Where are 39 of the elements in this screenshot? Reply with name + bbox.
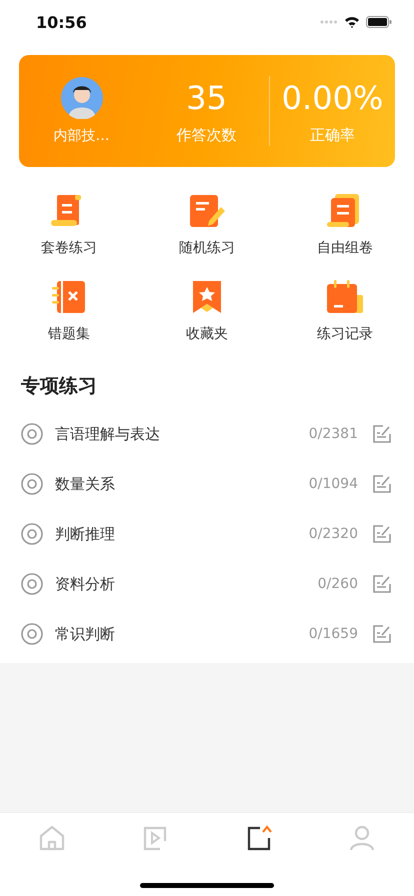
- category-name[interactable]: 资料分析: [55, 574, 318, 594]
- progress-count: 0/1094: [308, 476, 358, 492]
- category-name[interactable]: 判断推理: [55, 524, 309, 544]
- avatar-icon: [60, 77, 102, 119]
- shortcut-button[interactable]: 收藏夹: [138, 279, 276, 343]
- status-time: 10:56: [36, 12, 87, 32]
- category-name[interactable]: 数量关系: [55, 474, 309, 494]
- edit-icon[interactable]: [372, 424, 392, 444]
- section-title: 专项练习: [21, 374, 98, 399]
- stat-label: 正确率: [310, 126, 355, 144]
- target-icon: [21, 523, 43, 545]
- target-icon: [21, 473, 43, 495]
- category-name[interactable]: 常识判断: [55, 624, 309, 644]
- note-icon: [187, 193, 227, 229]
- progress-count: 0/2381: [308, 426, 358, 442]
- edit-icon[interactable]: [372, 624, 392, 644]
- battery-icon: [366, 16, 392, 28]
- signal-icon: [320, 20, 338, 24]
- shortcut-button[interactable]: 错题集: [0, 279, 138, 343]
- stat-value: 35: [186, 78, 227, 118]
- user-name: 内部技…: [54, 127, 110, 145]
- progress-count: 0/2320: [308, 526, 358, 542]
- target-icon: [21, 623, 43, 645]
- stat-label: 作答次数: [176, 126, 236, 144]
- shortcut-button[interactable]: 练习记录: [276, 279, 414, 343]
- shortcut-button[interactable]: 套卷练习: [0, 193, 138, 257]
- edit-icon[interactable]: [372, 524, 392, 544]
- stat-value: 0.00%: [282, 78, 384, 118]
- category-name[interactable]: 言语理解与表达: [55, 424, 309, 444]
- target-icon: [21, 573, 43, 595]
- target-icon: [21, 423, 43, 445]
- wifi-icon: [344, 16, 360, 28]
- shortcut-button[interactable]: 随机练习: [138, 193, 276, 257]
- calendar-icon: [325, 279, 365, 315]
- shortcut-button[interactable]: 自由组卷: [276, 193, 414, 257]
- progress-count: 0/260: [318, 576, 358, 592]
- edit-icon[interactable]: [372, 574, 392, 594]
- progress-count: 0/1659: [308, 626, 358, 642]
- edit-icon[interactable]: [372, 474, 392, 494]
